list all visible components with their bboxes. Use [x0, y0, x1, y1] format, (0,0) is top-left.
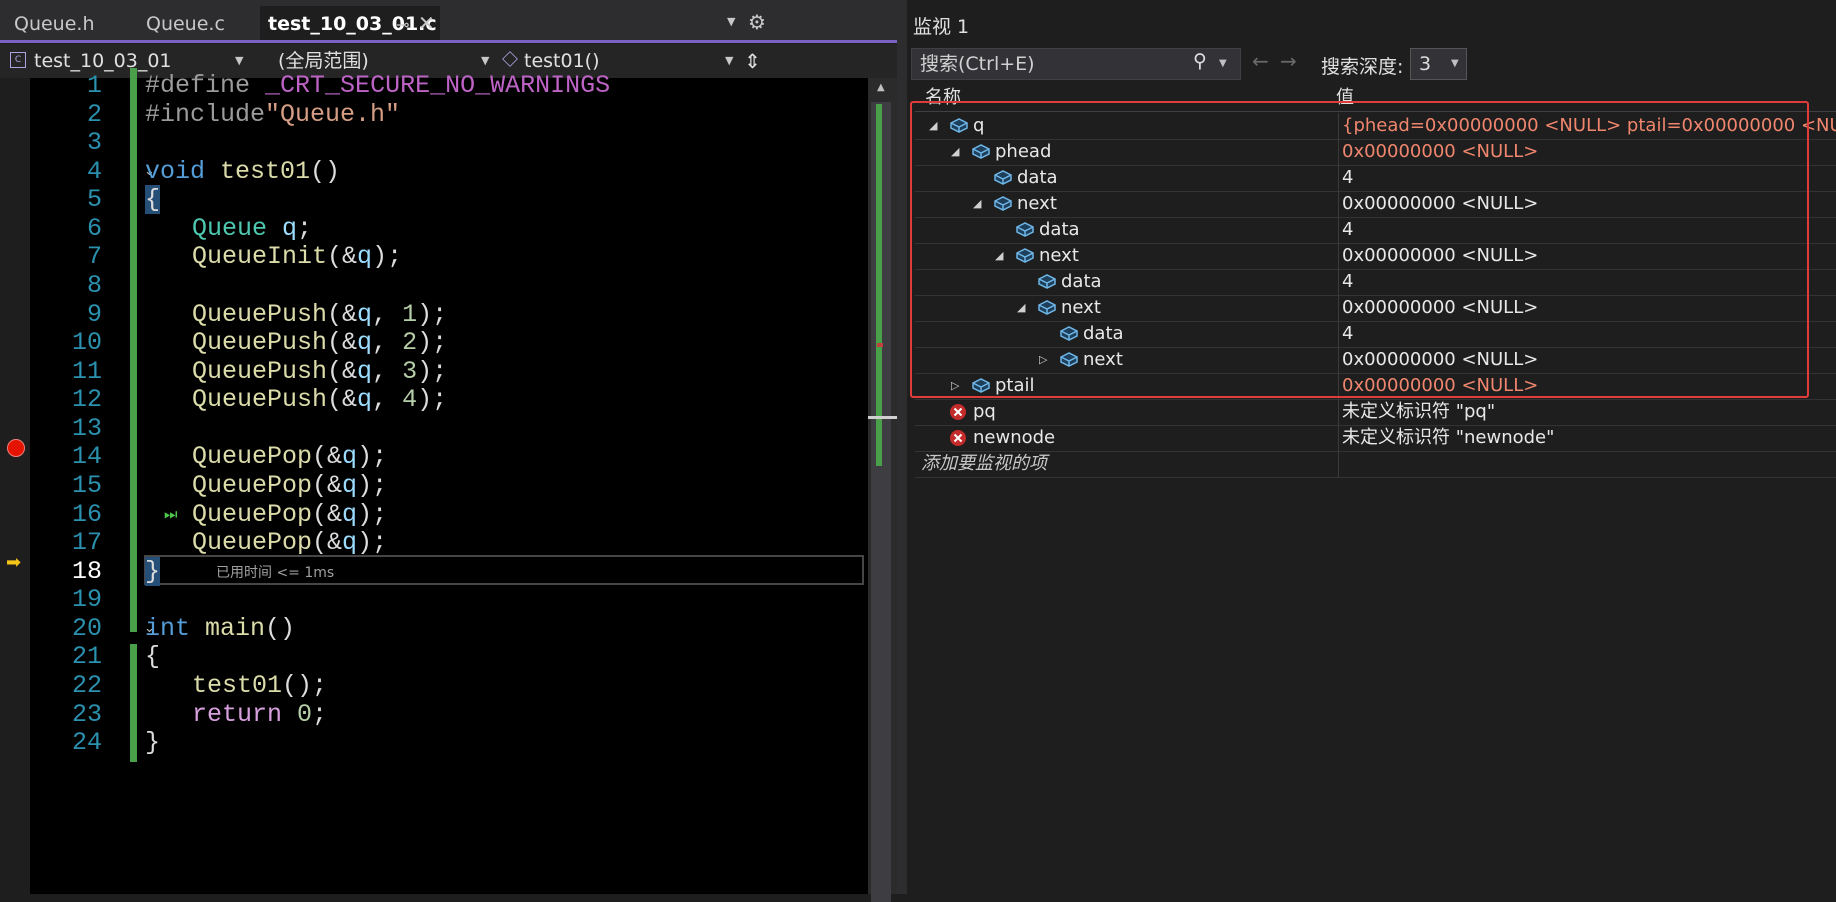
forward-arrow-icon[interactable]: →	[1280, 49, 1297, 73]
search-icon[interactable]: ⚲	[1193, 50, 1207, 72]
chevron-down-icon[interactable]: ▼	[1219, 58, 1227, 69]
settings-icon[interactable]: ⚙	[748, 10, 766, 34]
code-line: }	[145, 728, 161, 757]
scrollbar-thumb[interactable]	[868, 416, 897, 419]
column-separator	[1338, 399, 1339, 425]
elapsed-time-hint: 已用时间 <= 1ms	[216, 565, 335, 581]
change-bar	[130, 68, 137, 632]
search-depth-label: 搜索深度:	[1321, 56, 1404, 78]
chevron-down-icon[interactable]: ▼	[725, 44, 733, 78]
function-icon	[502, 51, 518, 67]
code-line: QueueInit(&q);	[192, 242, 403, 271]
tab-test-10-03-01[interactable]: test_10_03_01.c	[260, 6, 440, 42]
error-icon	[949, 429, 967, 451]
column-separator	[1338, 425, 1339, 451]
project-icon: C	[10, 52, 26, 68]
back-arrow-icon[interactable]: ←	[1252, 49, 1269, 73]
tab-underline	[0, 40, 897, 43]
pin-icon[interactable]: ⊸	[396, 15, 409, 34]
watch-name-cell[interactable]: pq	[973, 399, 996, 425]
code-line: {	[145, 642, 161, 671]
code-area[interactable]: 1 2 3 4 5 6 7 8 9 10 11 12 13 14 15 16 1…	[30, 68, 868, 894]
watch-title: 监视 1	[913, 16, 970, 38]
current-line-arrow-icon: ➡	[6, 552, 22, 573]
vertical-scrollbar[interactable]: ▲	[868, 78, 897, 902]
tab-dropdown-icon[interactable]: ▼	[727, 15, 735, 28]
code-line: void test01()	[145, 157, 341, 186]
line-number: 24	[71, 728, 102, 757]
breakpoint-icon[interactable]	[7, 439, 25, 457]
run-to-click-icon[interactable]: ⏭	[164, 507, 178, 522]
code-line: #include"Queue.h"	[145, 100, 401, 129]
code-line: QueuePush(&q, 4);	[192, 385, 448, 414]
search-input[interactable]: 搜索(Ctrl+E)	[911, 48, 1241, 80]
tab-queue-h[interactable]: Queue.h	[0, 6, 130, 42]
column-separator	[1338, 451, 1339, 477]
tab-bar: Queue.h Queue.c test_10_03_01.c ⊸ ✕ ▼ ⚙	[0, 0, 897, 43]
watch-row[interactable]: pq 未定义标识符 "pq"	[915, 399, 1836, 426]
watch-row[interactable]: newnode 未定义标识符 "newnode"	[915, 425, 1836, 452]
change-bar	[130, 644, 137, 762]
split-icon[interactable]: ⇕	[744, 44, 761, 78]
add-watch-item-input[interactable]: 添加要监视的项	[921, 451, 1047, 477]
error-icon	[949, 403, 967, 425]
glyph-margin[interactable]: ➡	[0, 78, 30, 894]
watch-value-cell[interactable]: 未定义标识符 "pq"	[1342, 399, 1495, 425]
code-line: }	[145, 557, 161, 586]
close-icon[interactable]: ✕	[418, 11, 435, 35]
code-line: int main()	[145, 614, 296, 643]
code-line: return 0;	[192, 700, 328, 729]
panel-splitter[interactable]	[897, 0, 907, 894]
add-watch-row[interactable]: 添加要监视的项	[915, 451, 1836, 478]
scroll-up-icon[interactable]: ▲	[877, 82, 885, 93]
code-line: {	[145, 185, 161, 214]
watch-value-cell[interactable]: 未定义标识符 "newnode"	[1342, 425, 1554, 451]
scrollbar-change-marker	[876, 104, 882, 466]
scrollbar-breakpoint-marker	[877, 343, 883, 347]
watch-name-cell[interactable]: newnode	[973, 425, 1055, 451]
chevron-down-icon[interactable]: ▼	[1451, 58, 1459, 69]
code-editor: Queue.h Queue.c test_10_03_01.c ⊸ ✕ ▼ ⚙ …	[0, 0, 897, 902]
annotation-highlight-box	[910, 101, 1809, 398]
tab-queue-c[interactable]: Queue.c	[132, 6, 257, 42]
